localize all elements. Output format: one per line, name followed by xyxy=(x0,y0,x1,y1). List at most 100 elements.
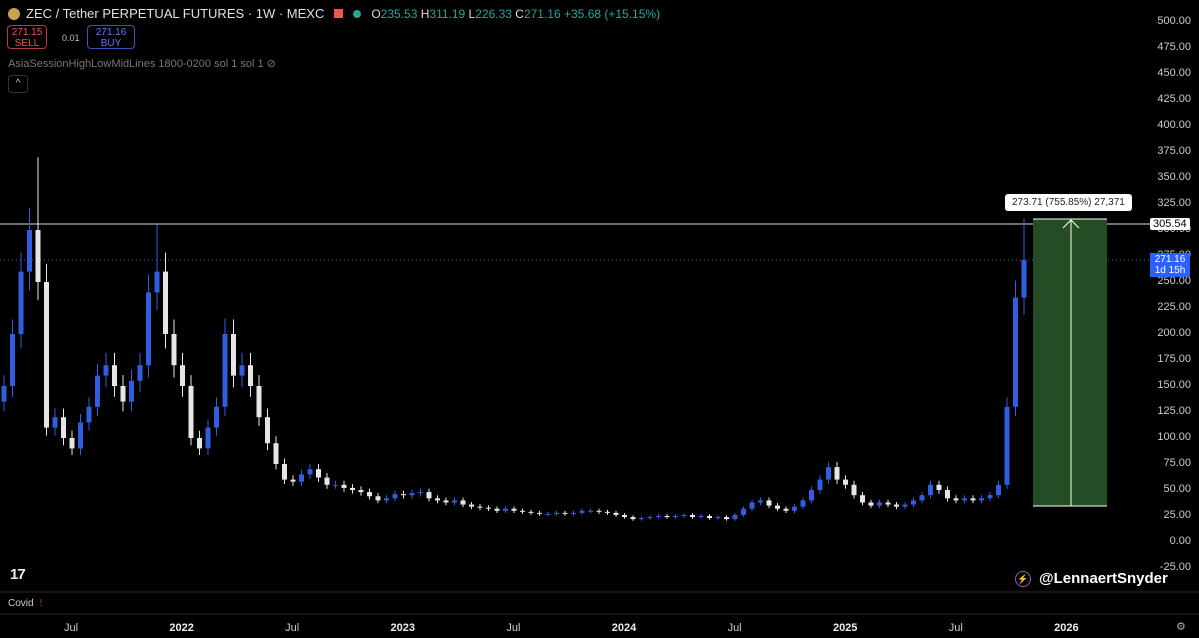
symbol-header[interactable]: ZEC / Tether PERPETUAL FUTURES · 1W · ME… xyxy=(8,6,660,21)
candle-body xyxy=(188,386,194,438)
candle xyxy=(409,489,415,499)
candle xyxy=(418,488,423,497)
candle xyxy=(188,375,194,446)
candle-body xyxy=(919,495,925,501)
price-tick: 375.00 xyxy=(1157,145,1191,157)
candle-body xyxy=(307,469,313,475)
candle-body xyxy=(894,504,899,507)
indicator-legend[interactable]: AsiaSessionHighLowMidLines 1800-0200 sol… xyxy=(8,57,276,70)
settings-gear-icon[interactable]: ⚙ xyxy=(1176,620,1186,633)
candle xyxy=(392,490,398,502)
candle xyxy=(987,491,993,502)
candle xyxy=(860,491,865,506)
candle xyxy=(902,501,908,510)
candle-body xyxy=(520,510,525,512)
time-tick: 2022 xyxy=(169,622,194,634)
candle-body xyxy=(681,514,687,516)
time-tick: Jul xyxy=(285,622,300,634)
candle-body xyxy=(715,517,721,519)
candle-body xyxy=(707,516,712,519)
candle-body xyxy=(265,417,270,444)
candle xyxy=(197,430,202,455)
candle-body xyxy=(477,506,483,508)
candle xyxy=(885,499,891,508)
candle-body xyxy=(341,484,347,488)
candle xyxy=(656,514,661,519)
candle xyxy=(936,480,942,494)
symbol-title[interactable]: ZEC / Tether PERPETUAL FUTURES · 1W · ME… xyxy=(26,6,324,21)
indicator-label: AsiaSessionHighLowMidLines 1800-0200 sol… xyxy=(8,58,264,70)
candle xyxy=(95,363,100,417)
candle xyxy=(171,319,177,378)
candle xyxy=(256,375,262,426)
candle-body xyxy=(817,479,823,490)
candle-body xyxy=(1013,297,1018,407)
candle-body xyxy=(911,500,916,505)
price-tick: 100.00 xyxy=(1157,431,1191,443)
candle xyxy=(800,497,806,510)
sell-price: 271.15 xyxy=(11,27,43,38)
candle-body xyxy=(426,492,432,499)
candle-body xyxy=(44,282,49,428)
candle-body xyxy=(775,505,780,509)
candle-body xyxy=(154,271,160,293)
bar-countdown: 1d 15h xyxy=(1154,265,1186,276)
candle-body xyxy=(239,365,245,376)
candle xyxy=(163,252,168,349)
covid-pane-legend[interactable]: Covid! xyxy=(8,598,42,609)
candle xyxy=(843,475,848,489)
candle xyxy=(741,506,746,517)
price-chart[interactable] xyxy=(0,0,1199,638)
candle xyxy=(265,408,270,451)
candle xyxy=(103,352,109,388)
candle xyxy=(18,252,24,349)
time-tick: 2025 xyxy=(832,622,858,634)
collapse-legend-button[interactable]: ^ xyxy=(8,75,28,93)
candle-body xyxy=(61,417,66,438)
price-tick: 175.00 xyxy=(1157,353,1191,365)
price-tick: 0.00 xyxy=(1169,535,1191,547)
candle-body xyxy=(537,512,542,514)
measure-box[interactable] xyxy=(1033,219,1107,506)
candle-body xyxy=(494,508,500,511)
candle-body xyxy=(902,504,908,507)
candle xyxy=(375,493,381,504)
candle xyxy=(452,497,457,506)
candle-body xyxy=(885,502,891,505)
candle xyxy=(316,464,321,483)
candle xyxy=(248,352,253,397)
tradingview-logo[interactable]: 17 xyxy=(10,566,26,583)
candle xyxy=(146,274,151,378)
candle xyxy=(996,480,1001,499)
candle-body xyxy=(18,271,24,334)
candle-body xyxy=(460,500,466,505)
candle xyxy=(698,514,704,519)
sell-button[interactable]: 271.15 SELL xyxy=(7,25,47,49)
candle-body xyxy=(392,494,398,499)
eye-hidden-icon[interactable]: ⊘ xyxy=(267,58,276,70)
candle xyxy=(919,491,925,504)
candle-body xyxy=(996,484,1001,496)
candle xyxy=(647,515,653,520)
candle-body xyxy=(741,508,746,515)
buy-button[interactable]: 271.16 BUY xyxy=(87,25,135,49)
candle-body xyxy=(613,512,619,515)
candle-body xyxy=(792,506,797,511)
candle xyxy=(426,488,432,502)
candle xyxy=(953,495,959,504)
candle-body xyxy=(928,484,933,496)
flag-icon[interactable] xyxy=(334,9,344,18)
candle-body xyxy=(588,510,593,512)
candle-body xyxy=(299,474,304,482)
price-tick: 350.00 xyxy=(1157,171,1191,183)
candle-body xyxy=(664,516,670,518)
candle xyxy=(358,486,364,496)
buy-label: BUY xyxy=(100,38,122,49)
hline-price-label: 305.54 xyxy=(1150,218,1190,230)
candle-body xyxy=(962,498,967,501)
price-tick: 325.00 xyxy=(1157,197,1191,209)
candle-body xyxy=(554,512,559,514)
candle-body xyxy=(205,427,211,449)
time-tick: Jul xyxy=(506,622,521,634)
candle xyxy=(894,501,899,510)
